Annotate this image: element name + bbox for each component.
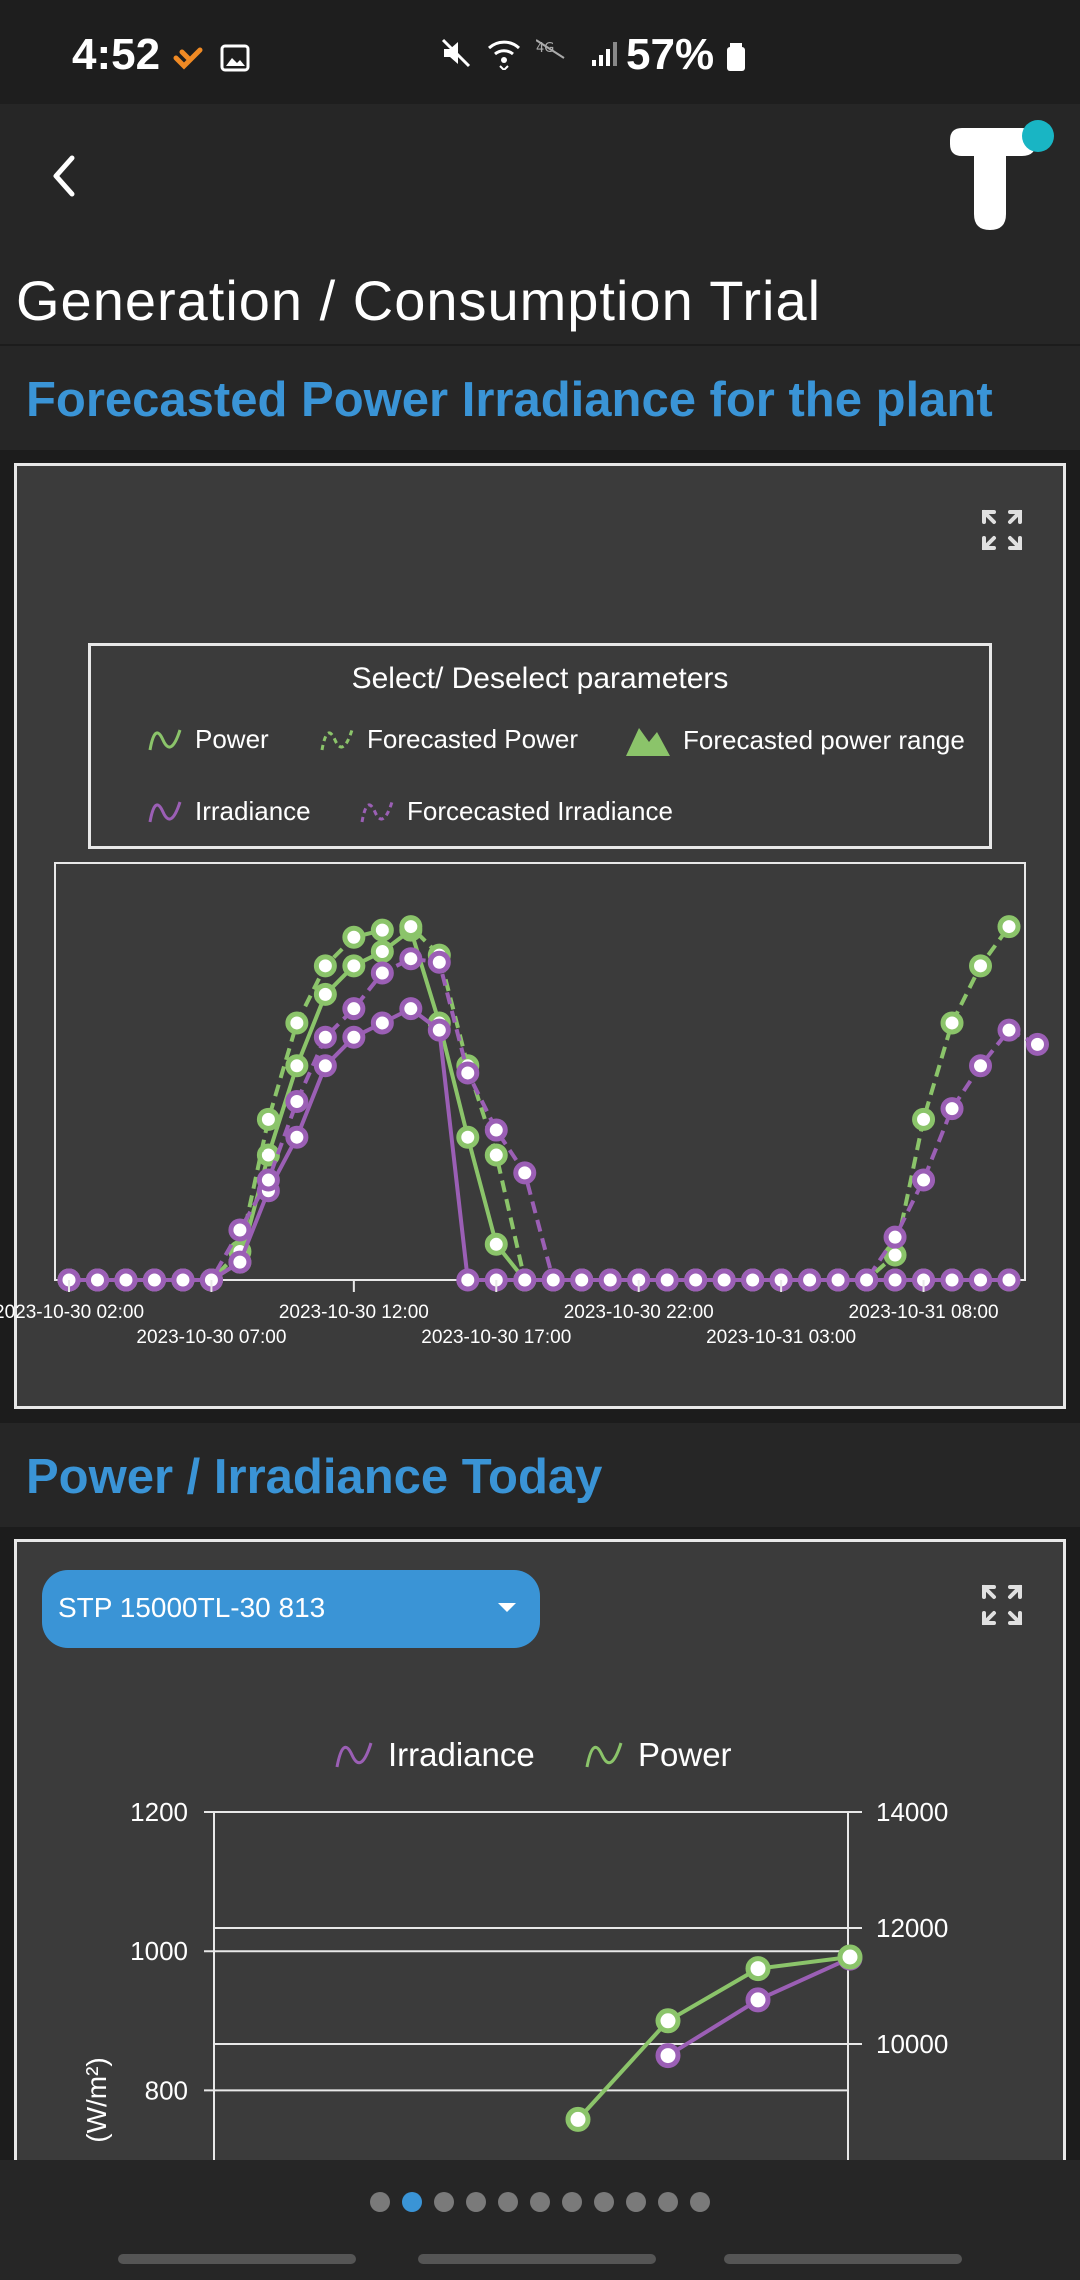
gallery-icon [220,44,250,72]
page-dot[interactable] [594,2192,614,2212]
nav-handle-right [724,2254,962,2264]
page-dot[interactable] [402,2192,422,2212]
battery-icon [727,43,746,71]
page-dot[interactable] [562,2192,582,2212]
page-dot[interactable] [690,2192,710,2212]
section-title-forecast: Forecasted Power Irradiance for the plan… [26,373,993,427]
legend-item-irradiance-today[interactable]: Irradiance [334,1736,535,1774]
status-bar: 4:52 4G 57% [0,0,1080,104]
signal-icon [592,42,617,66]
line-icon [335,1742,373,1768]
lte-icon: 4G [536,39,565,59]
legend-item-irradiance[interactable]: Irradiance [147,796,311,827]
inverter-dropdown[interactable]: STP 15000TL-30 813 [42,1570,540,1648]
forecast-chart-card [14,463,1066,1409]
legend-item-forecasted-power[interactable]: Forecasted Power [319,724,578,755]
expand-icon[interactable] [980,1583,1024,1627]
expand-icon[interactable] [980,508,1024,552]
line-icon [148,801,182,822]
section-header-today: Power / Irradiance Today [0,1423,1080,1527]
svg-text:4G: 4G [536,41,554,56]
status-time: 4:52 [72,30,161,79]
legend-title: Select/ Deselect parameters [351,662,729,695]
back-arrow-icon[interactable] [40,148,90,204]
app-logo [950,120,1054,230]
inverter-dropdown-value: STP 15000TL-30 813 [58,1592,326,1623]
status-system-icons: 4G [440,36,622,70]
line-icon [585,1742,623,1768]
wifi-icon [487,40,521,70]
chevron-down-icon [498,1603,516,1612]
section-header-forecast: Forecasted Power Irradiance for the plan… [0,346,1080,450]
nav-handle-left [118,2254,356,2264]
page-dot[interactable] [626,2192,646,2212]
page-dot[interactable] [530,2192,550,2212]
section-title-today: Power / Irradiance Today [26,1450,603,1504]
dashed-line-icon [360,801,394,822]
page-dot[interactable] [498,2192,518,2212]
page-dot[interactable] [658,2192,678,2212]
legend-select-parameters: Select/ Deselect parameters Power Foreca… [88,643,992,849]
page-dot[interactable] [370,2192,390,2212]
nav-handle-center[interactable] [418,2254,656,2264]
area-icon [626,728,670,756]
legend-item-power[interactable]: Power [147,724,269,755]
legend-item-forecasted-irradiance[interactable]: Forcecasted Irradiance [359,796,673,827]
status-notification-icons [172,44,250,72]
dashed-line-icon [320,729,354,750]
legend-item-forecasted-power-range[interactable]: Forecasted power range [625,724,965,756]
legend-item-power-today[interactable]: Power [584,1736,732,1774]
mute-icon [441,38,471,68]
page-title: Generation / Consumption Trial [16,269,822,332]
line-icon [148,729,182,750]
battery-percent: 57% [626,30,746,80]
page-dot[interactable] [466,2192,486,2212]
page-indicator[interactable] [370,2192,710,2212]
heart-app-icon [173,47,203,70]
page-dot[interactable] [434,2192,454,2212]
